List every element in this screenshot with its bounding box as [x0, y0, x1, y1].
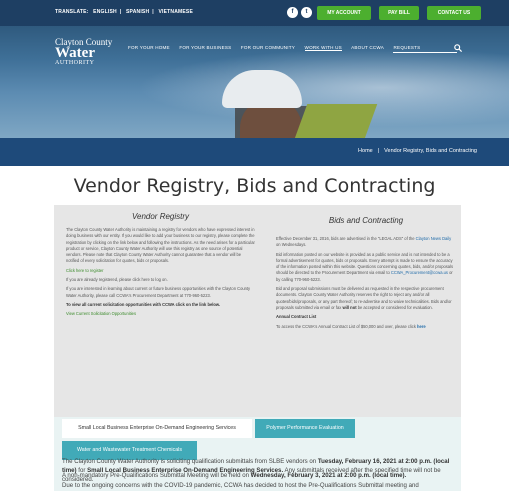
vendor-registry-heading: Vendor Registry: [131, 212, 190, 221]
will-not-text: will not: [342, 304, 357, 310]
facebook-icon[interactable]: f: [287, 7, 298, 18]
bid-submission-end: be accepted or considered for evaluation…: [356, 304, 433, 310]
nav-for-your-home[interactable]: FOR YOUR HOME: [128, 45, 170, 50]
search-input[interactable]: [393, 52, 457, 53]
breadcrumb-current: Vendor Registry, Bids and Contracting: [384, 148, 477, 154]
top-utility-bar: TRANSLATE: ENGLISH | SPANISH | VIETNAMESE …: [0, 0, 509, 26]
annual-contract-text: To access the CCWA's Annual Contract Lis…: [276, 323, 418, 329]
ccwa-logo[interactable]: Clayton County Water AUTHORITY: [55, 38, 112, 67]
tab-slbe-engineering[interactable]: Small Local Business Enterprise On-Deman…: [62, 419, 252, 438]
nav-for-our-community[interactable]: FOR OUR COMMUNITY: [241, 45, 295, 50]
procurement-contact-text: If you are interested in learning about …: [66, 286, 251, 298]
breadcrumb: Home | Vendor Registry, Bids and Contracti…: [358, 148, 477, 154]
nav-about-ccwa[interactable]: ABOUT CCWA: [351, 45, 384, 50]
bids-contracting-section: Bids and Contracting Effective December …: [276, 212, 456, 333]
search-icon[interactable]: [454, 44, 463, 54]
hero-worker-vest: [292, 104, 378, 138]
logo-line-2: Water: [55, 45, 95, 61]
annual-contract-heading: Annual Contract List: [276, 314, 317, 320]
procurement-email-link[interactable]: CCWA_Procurement@ccwa.us: [391, 270, 448, 275]
tab-polymer-performance[interactable]: Polymer Performance Evaluation: [255, 419, 355, 438]
breadcrumb-separator: |: [377, 148, 380, 154]
translate-bar: TRANSLATE: ENGLISH | SPANISH | VIETNAMESE: [55, 9, 193, 15]
bids-effective-text: Effective December 31, 2016, bids are ad…: [276, 236, 416, 241]
already-registered-text: If you are already registered, please cl…: [66, 277, 168, 283]
vendor-registry-section: Vendor Registry The Clayton County Water…: [66, 212, 255, 321]
language-spanish[interactable]: SPANISH: [126, 9, 149, 15]
breadcrumb-home[interactable]: Home: [358, 148, 373, 154]
main-nav: FOR YOUR HOME FOR YOUR BUSINESS FOR OUR …: [128, 45, 428, 51]
vendor-registry-intro: The Clayton County Water Authority is ma…: [66, 227, 255, 264]
contact-us-button[interactable]: CONTACT US: [427, 6, 481, 20]
nav-for-your-business[interactable]: FOR YOUR BUSINESS: [179, 45, 231, 50]
logo-line-3: AUTHORITY: [55, 60, 95, 66]
clayton-news-daily-link[interactable]: Clayton News Daily: [416, 236, 452, 241]
register-link[interactable]: Click here to register: [66, 268, 255, 274]
view-opportunities-text: To view all current solicitation opportu…: [66, 301, 221, 307]
view-opportunities-link[interactable]: View Current Solicitation Opportunities: [66, 311, 255, 317]
breadcrumb-band: Home | Vendor Registry, Bids and Contracti…: [0, 138, 509, 166]
nav-work-with-us[interactable]: WORK WITH US: [304, 45, 342, 51]
bids-heading: Bids and Contracting: [328, 216, 404, 225]
tab-content-paragraph-3: Due to the ongoing concerns with the COV…: [62, 482, 419, 489]
my-account-button[interactable]: MY ACCOUNT: [317, 6, 371, 20]
bids-effective-end: on Wednesdays.: [276, 242, 307, 248]
language-english[interactable]: ENGLISH: [93, 9, 117, 15]
language-vietnamese[interactable]: VIETNAMESE: [158, 9, 193, 15]
annual-contract-link[interactable]: here: [417, 324, 426, 329]
nav-requests[interactable]: REQUESTS: [394, 45, 421, 50]
page-title: Vendor Registry, Bids and Contracting: [73, 175, 436, 197]
twitter-icon[interactable]: t: [301, 7, 312, 18]
translate-label: TRANSLATE:: [55, 9, 89, 15]
tab-content-paragraph-2: A non-mandatory Pre-Qualifications Submi…: [62, 472, 407, 479]
pay-bill-button[interactable]: PAY BILL: [379, 6, 419, 20]
